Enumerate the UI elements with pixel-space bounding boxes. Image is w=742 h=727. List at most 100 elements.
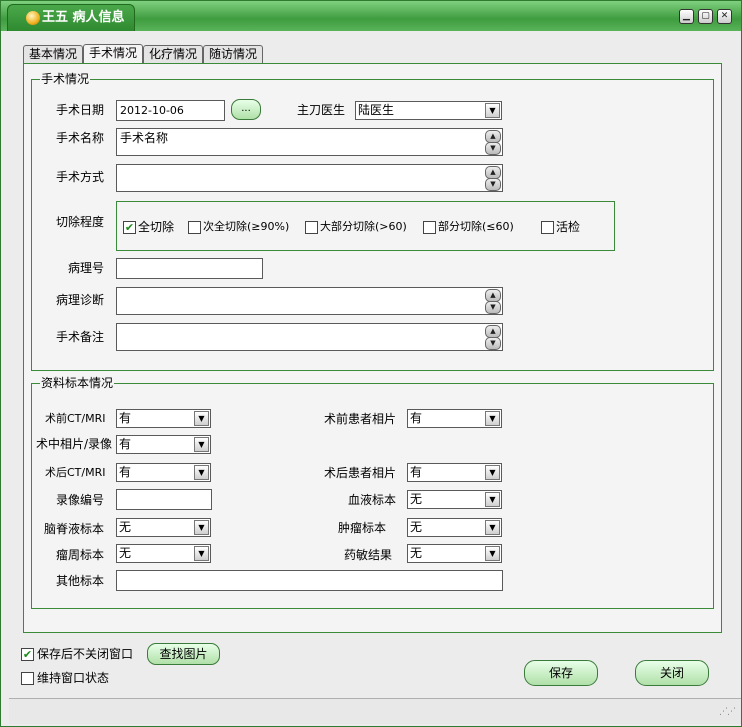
postop-ct-value: 有 xyxy=(119,465,132,479)
other-specimen-input[interactable] xyxy=(116,570,503,591)
patient-info-window: 王五 病人信息 ▁ ▢ ✕ 基本情况 手术情况 化疗情况 随访情况 手术情况 手… xyxy=(0,0,742,727)
peritumor-label: 瘤周标本 xyxy=(56,548,105,562)
checkbox-checked-icon[interactable]: ✔ xyxy=(123,221,136,234)
peritumor-value: 无 xyxy=(119,546,132,560)
chevron-down-icon[interactable]: ▼ xyxy=(485,492,500,507)
preop-ct-value: 有 xyxy=(119,411,132,425)
maximize-button[interactable]: ▢ xyxy=(698,9,713,24)
chevron-down-icon[interactable]: ▼ xyxy=(485,411,500,426)
resize-grip-icon[interactable]: ⋰⋰ xyxy=(719,707,736,717)
chevron-down-icon[interactable]: ▼ xyxy=(194,520,209,535)
find-image-button[interactable]: 查找图片 xyxy=(147,643,220,665)
minimize-button[interactable]: ▁ xyxy=(679,9,694,24)
scroll-down-icon[interactable]: ▼ xyxy=(485,178,501,191)
postop-photo-select[interactable]: 有 ▼ xyxy=(407,463,502,482)
surgery-date-input[interactable]: 2012-10-06 xyxy=(116,100,225,121)
preop-photo-label: 术前患者相片 xyxy=(324,412,397,426)
app-icon xyxy=(26,11,40,25)
checkbox-icon[interactable] xyxy=(305,221,318,234)
video-no-label: 录像编号 xyxy=(56,493,105,507)
blood-value: 无 xyxy=(410,492,423,506)
specimen-group-title: 资料标本情况 xyxy=(40,376,115,390)
preop-ct-label: 术前CT/MRI xyxy=(45,412,106,425)
surgeon-select[interactable]: 陆医生 ▼ xyxy=(355,101,502,120)
intraop-photo-label: 术中相片/录像 xyxy=(36,437,113,451)
surgery-method-textarea[interactable]: ▲ ▼ xyxy=(116,164,503,192)
postop-ct-label: 术后CT/MRI xyxy=(45,466,106,479)
surgery-notes-label: 手术备注 xyxy=(56,330,105,344)
drug-sensitivity-select[interactable]: 无 ▼ xyxy=(407,544,502,563)
specimen-group: 资料标本情况 术前CT/MRI 有 ▼ 术前患者相片 有 ▼ 术中相片/录像 有… xyxy=(31,376,714,609)
postop-photo-value: 有 xyxy=(410,465,423,479)
checkbox-icon[interactable] xyxy=(21,672,34,685)
pathology-no-input[interactable] xyxy=(116,258,263,279)
chevron-down-icon[interactable]: ▼ xyxy=(485,103,500,118)
chevron-down-icon[interactable]: ▼ xyxy=(194,437,209,452)
surgery-tab-panel: 手术情况 手术日期 2012-10-06 ... 主刀医生 陆医生 ▼ 手术名称… xyxy=(23,63,722,633)
surgery-group-title: 手术情况 xyxy=(40,72,91,86)
preop-photo-select[interactable]: 有 ▼ xyxy=(407,409,502,428)
resection-biopsy-label: 活检 xyxy=(556,220,581,234)
checkbox-icon[interactable] xyxy=(423,221,436,234)
tumor-select[interactable]: 无 ▼ xyxy=(407,518,502,537)
surgery-method-label: 手术方式 xyxy=(56,170,105,184)
tumor-label: 肿瘤标本 xyxy=(338,521,387,535)
status-bar: ⋰⋰ xyxy=(9,698,741,724)
csf-value: 无 xyxy=(119,520,132,534)
surgeon-label: 主刀医生 xyxy=(297,103,346,117)
chevron-down-icon[interactable]: ▼ xyxy=(194,465,209,480)
postop-photo-label: 术后患者相片 xyxy=(324,466,397,480)
close-button[interactable]: 关闭 xyxy=(635,660,709,686)
drug-sensitivity-label: 药敏结果 xyxy=(344,548,393,562)
tab-chemo[interactable]: 化疗情况 xyxy=(143,45,203,64)
scroll-down-icon[interactable]: ▼ xyxy=(485,142,501,155)
video-no-input[interactable] xyxy=(116,489,212,510)
scroll-down-icon[interactable]: ▼ xyxy=(485,337,501,350)
drug-sensitivity-value: 无 xyxy=(410,546,423,560)
keep-open-label: 保存后不关闭窗口 xyxy=(37,647,134,661)
surgery-name-label: 手术名称 xyxy=(56,131,105,145)
surgery-name-textarea[interactable]: 手术名称 ▲ ▼ xyxy=(116,128,503,156)
checkbox-icon[interactable] xyxy=(188,221,201,234)
resection-full-label: 全切除 xyxy=(138,220,175,234)
tab-surgery[interactable]: 手术情况 xyxy=(83,44,143,65)
csf-select[interactable]: 无 ▼ xyxy=(116,518,211,537)
close-window-button[interactable]: ✕ xyxy=(717,9,732,24)
chevron-down-icon[interactable]: ▼ xyxy=(194,546,209,561)
surgery-name-value: 手术名称 xyxy=(120,131,169,145)
surgery-notes-textarea[interactable]: ▲ ▼ xyxy=(116,323,503,351)
blood-select[interactable]: 无 ▼ xyxy=(407,490,502,509)
preop-ct-select[interactable]: 有 ▼ xyxy=(116,409,211,428)
tab-basic[interactable]: 基本情况 xyxy=(23,45,83,64)
postop-ct-select[interactable]: 有 ▼ xyxy=(116,463,211,482)
blood-label: 血液标本 xyxy=(348,493,397,507)
checkbox-checked-icon[interactable]: ✔ xyxy=(21,648,34,661)
window-title-tab: 王五 病人信息 xyxy=(7,4,135,31)
save-button[interactable]: 保存 xyxy=(524,660,598,686)
chevron-down-icon[interactable]: ▼ xyxy=(485,546,500,561)
surgeon-value: 陆医生 xyxy=(358,103,395,117)
intraop-photo-value: 有 xyxy=(119,437,132,451)
resection-partial-label: 部分切除(≤60) xyxy=(438,220,514,233)
resection-subtotal-label: 次全切除(≥90%) xyxy=(203,220,290,233)
other-specimen-label: 其他标本 xyxy=(56,574,105,588)
resection-major-label: 大部分切除(>60) xyxy=(320,220,407,233)
chevron-down-icon[interactable]: ▼ xyxy=(194,411,209,426)
chevron-down-icon[interactable]: ▼ xyxy=(485,465,500,480)
pathology-no-label: 病理号 xyxy=(68,261,105,275)
pathology-dx-textarea[interactable]: ▲ ▼ xyxy=(116,287,503,315)
surgery-group: 手术情况 手术日期 2012-10-06 ... 主刀医生 陆医生 ▼ 手术名称… xyxy=(31,72,714,371)
intraop-photo-select[interactable]: 有 ▼ xyxy=(116,435,211,454)
resection-option-box: ✔ 全切除 次全切除(≥90%) 大部分切除(>60) 部分切除(≤60) 活检 xyxy=(116,201,615,251)
tab-followup[interactable]: 随访情况 xyxy=(203,45,263,64)
scroll-down-icon[interactable]: ▼ xyxy=(485,301,501,314)
window-title: 王五 病人信息 xyxy=(42,10,125,25)
date-picker-button[interactable]: ... xyxy=(231,99,261,120)
surgery-date-label: 手术日期 xyxy=(56,103,105,117)
peritumor-select[interactable]: 无 ▼ xyxy=(116,544,211,563)
chevron-down-icon[interactable]: ▼ xyxy=(485,520,500,535)
title-bar[interactable]: 王五 病人信息 ▁ ▢ ✕ xyxy=(1,1,741,31)
checkbox-icon[interactable] xyxy=(541,221,554,234)
csf-label: 脑脊液标本 xyxy=(44,522,105,536)
keep-state-label: 维持窗口状态 xyxy=(37,671,110,685)
